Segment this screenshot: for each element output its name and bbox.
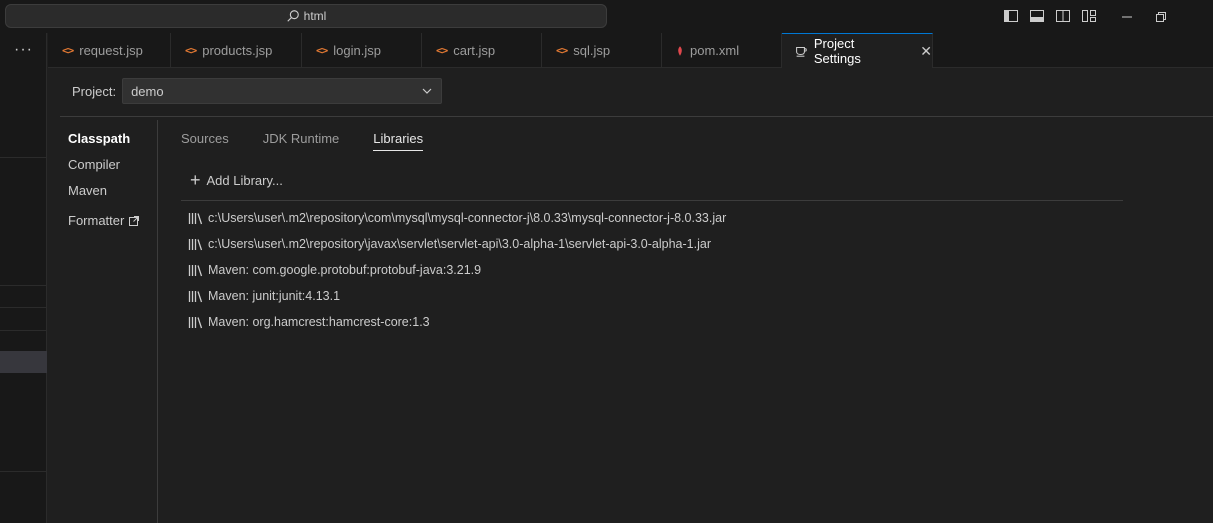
tab-label: sql.jsp xyxy=(573,43,611,58)
title-bar: html xyxy=(0,0,1213,33)
divider xyxy=(181,200,1123,201)
list-item[interactable]: Maven: com.google.protobuf:protobuf-java… xyxy=(188,257,726,283)
classpath-tabs: Sources JDK Runtime Libraries xyxy=(181,131,424,151)
code-icon: <> xyxy=(62,44,74,57)
library-icon xyxy=(188,238,203,250)
sidebar-stub: ··· xyxy=(0,33,47,523)
restore-button[interactable] xyxy=(1144,0,1178,33)
library-icon xyxy=(188,290,203,302)
add-library-label: Add Library... xyxy=(206,172,283,188)
tab-sources[interactable]: Sources xyxy=(181,131,229,151)
project-label: Project: xyxy=(72,83,117,99)
add-library-button[interactable]: + Add Library... xyxy=(190,171,283,189)
chevron-down-icon xyxy=(422,88,432,94)
nav-item-classpath[interactable]: Classpath xyxy=(68,130,140,156)
tab-label: login.jsp xyxy=(333,43,381,58)
command-center-search[interactable]: html xyxy=(5,4,607,28)
toggle-secondary-sidebar-icon[interactable] xyxy=(1055,8,1071,24)
library-path: c:\Users\user\.m2\repository\javax\servl… xyxy=(208,237,711,251)
tab-jdk-runtime[interactable]: JDK Runtime xyxy=(263,131,340,151)
maven-icon xyxy=(678,45,682,56)
tab-libraries[interactable]: Libraries xyxy=(373,131,424,151)
minimize-icon xyxy=(1122,16,1132,17)
tab-label: cart.jsp xyxy=(453,43,496,58)
project-dropdown[interactable]: demo xyxy=(122,78,443,104)
library-path: Maven: junit:junit:4.13.1 xyxy=(208,289,341,303)
library-path: c:\Users\user\.m2\repository\com\mysql\m… xyxy=(208,211,727,225)
nav-item-formatter[interactable]: Formatter xyxy=(68,208,140,234)
restore-icon xyxy=(1156,11,1166,22)
toggle-panel-icon[interactable] xyxy=(1029,8,1045,24)
tab-products-jsp[interactable]: <> products.jsp xyxy=(171,33,302,68)
settings-nav: Classpath Compiler Maven Formatter xyxy=(68,130,140,234)
tab-label: pom.xml xyxy=(690,43,740,58)
project-row: Project: demo xyxy=(72,78,443,104)
divider xyxy=(157,120,158,523)
toggle-primary-sidebar-icon[interactable] xyxy=(1003,8,1019,24)
close-icon[interactable]: ✕ xyxy=(920,43,932,60)
project-value: demo xyxy=(131,83,164,99)
code-icon: <> xyxy=(316,44,328,57)
divider xyxy=(0,471,47,472)
tab-project-settings[interactable]: Project Settings ✕ xyxy=(782,33,933,68)
search-icon xyxy=(287,10,299,22)
tab-login-jsp[interactable]: <> login.jsp xyxy=(302,33,422,68)
list-item[interactable]: Maven: junit:junit:4.13.1 xyxy=(188,283,726,309)
sidebar-selected-item[interactable] xyxy=(0,351,47,373)
library-path: Maven: com.google.protobuf:protobuf-java… xyxy=(208,263,482,277)
library-icon xyxy=(188,316,203,328)
divider xyxy=(60,116,1213,117)
tab-label: products.jsp xyxy=(202,43,273,58)
library-path: Maven: org.hamcrest:hamcrest-core:1.3 xyxy=(208,315,430,329)
divider xyxy=(0,330,47,331)
editor-tab-bar: <> request.jsp <> products.jsp <> login.… xyxy=(48,33,1213,68)
list-item[interactable]: c:\Users\user\.m2\repository\javax\servl… xyxy=(188,231,726,257)
tab-label: request.jsp xyxy=(79,43,143,58)
code-icon: <> xyxy=(436,44,448,57)
nav-item-compiler[interactable]: Compiler xyxy=(68,156,140,182)
divider xyxy=(0,157,47,158)
list-item[interactable]: Maven: org.hamcrest:hamcrest-core:1.3 xyxy=(188,309,726,335)
search-text: html xyxy=(303,9,327,23)
nav-item-maven[interactable]: Maven xyxy=(68,182,140,208)
plus-icon: + xyxy=(190,170,201,190)
tab-cart-jsp[interactable]: <> cart.jsp xyxy=(422,33,542,68)
minimize-button[interactable] xyxy=(1110,0,1144,33)
divider xyxy=(0,307,47,308)
tab-pom-xml[interactable]: pom.xml xyxy=(662,33,782,68)
list-item[interactable]: c:\Users\user\.m2\repository\com\mysql\m… xyxy=(188,205,726,231)
code-icon: <> xyxy=(556,44,568,57)
library-icon xyxy=(188,264,203,276)
divider xyxy=(0,285,47,286)
code-icon: <> xyxy=(185,44,197,57)
more-actions-icon[interactable]: ··· xyxy=(14,41,33,59)
library-icon xyxy=(188,212,203,224)
tab-sql-jsp[interactable]: <> sql.jsp xyxy=(542,33,662,68)
library-list: c:\Users\user\.m2\repository\com\mysql\m… xyxy=(188,205,726,335)
nav-item-formatter-label: Formatter xyxy=(68,213,125,228)
external-link-icon xyxy=(129,216,140,226)
customize-layout-icon[interactable] xyxy=(1081,8,1097,24)
tab-request-jsp[interactable]: <> request.jsp xyxy=(48,33,171,68)
settings-cup-icon xyxy=(796,47,807,57)
tab-label: Project Settings xyxy=(813,36,861,66)
